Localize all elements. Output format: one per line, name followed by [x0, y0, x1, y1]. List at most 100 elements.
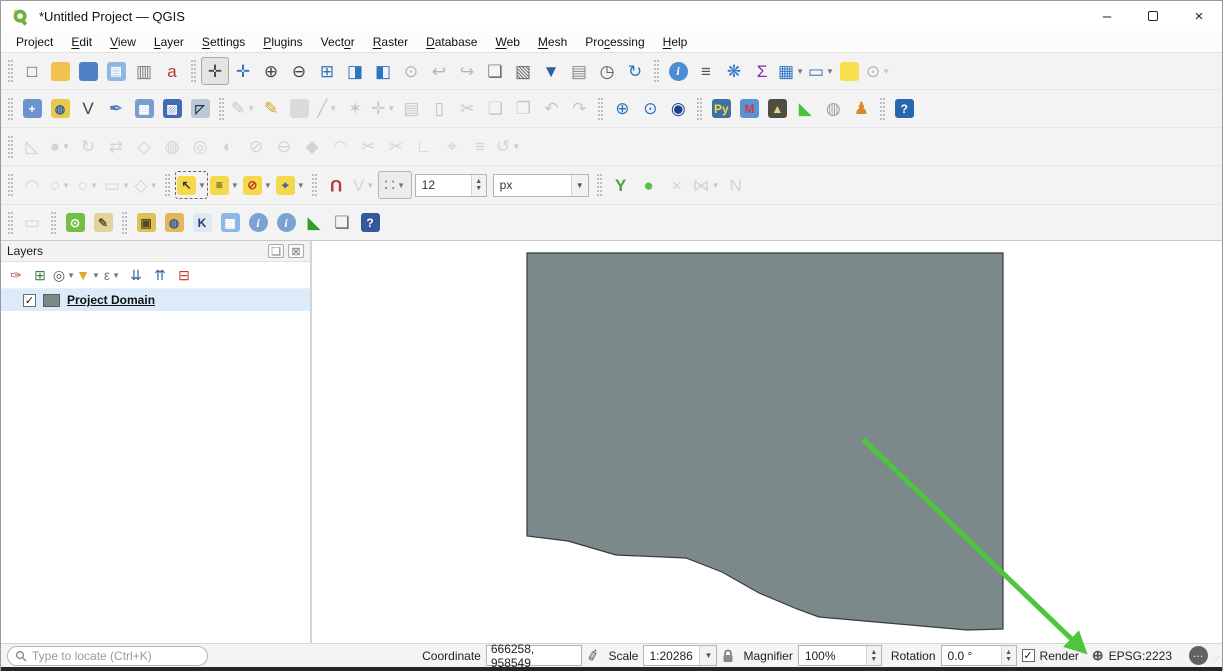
topological-editing-button[interactable]: Y [607, 171, 635, 199]
new-spatialite-layer-button[interactable]: ▦ [130, 95, 158, 123]
collapse-all-button[interactable]: ⇈ [148, 263, 172, 287]
temporal-controller-button[interactable]: ◷ [593, 57, 621, 85]
zoom-to-selection-button[interactable]: ◧ [369, 57, 397, 85]
select-by-location-button[interactable]: ⌖▼ [274, 171, 307, 199]
toggle-editing-button[interactable]: ✎ [257, 95, 285, 123]
flo2d-grid-table-button[interactable]: ▦ [216, 209, 244, 237]
python-console-button[interactable]: Py [707, 95, 735, 123]
menu-project[interactable]: Project [7, 33, 62, 51]
save-project-button[interactable] [74, 57, 102, 85]
zoom-out-button[interactable]: ⊖ [285, 57, 313, 85]
measure-line-button[interactable]: ▭▼ [806, 57, 836, 85]
open-project-button[interactable] [46, 57, 74, 85]
locator-search[interactable] [7, 646, 208, 666]
menu-layer[interactable]: Layer [145, 33, 193, 51]
zoom-to-layer-button[interactable]: ◨ [341, 57, 369, 85]
osm-uploader-button[interactable]: ♟ [847, 95, 875, 123]
select-by-location-dropdown-icon[interactable]: ▼ [297, 181, 305, 190]
spinner-arrows-icon[interactable]: ▲▼ [471, 175, 486, 196]
remove-layer-button[interactable]: ⊟ [172, 263, 196, 287]
messages-icon[interactable]: … [1189, 646, 1208, 665]
resize-grip[interactable]: ⋰ [1212, 658, 1220, 666]
add-regular-polygon-dropdown-icon[interactable]: ▼ [150, 181, 158, 190]
project-domain-polygon[interactable] [527, 253, 1003, 630]
zoom-full-extent-button[interactable]: ⊞ [313, 57, 341, 85]
identify-features-button[interactable]: i [664, 57, 692, 85]
menu-help[interactable]: Help [654, 33, 697, 51]
flo2d-profile-tool-button[interactable]: ◣ [300, 209, 328, 237]
extents-toggle-icon[interactable]: ✐ [585, 645, 602, 666]
new-3d-map-view-button[interactable]: ▧ [509, 57, 537, 85]
maximize-button[interactable] [1130, 1, 1176, 31]
grid-snapping-dropdown-icon[interactable]: ▼ [397, 181, 405, 190]
minimize-button[interactable]: – [1084, 1, 1130, 31]
lock-icon[interactable] [722, 649, 734, 663]
filter-by-expression-button[interactable]: ε▼ [100, 263, 124, 287]
avoid-overlap-button[interactable]: ● [635, 171, 663, 199]
new-raster-layer-button[interactable]: ▨ [158, 95, 186, 123]
terrain-analysis-button[interactable]: ▲ [763, 95, 791, 123]
menu-edit[interactable]: Edit [62, 33, 101, 51]
move-feature-dropdown-icon[interactable]: ▼ [62, 142, 70, 151]
menu-processing[interactable]: Processing [576, 33, 653, 51]
add-circle-dropdown-icon[interactable]: ▼ [62, 181, 70, 190]
pan-to-selection-button[interactable]: ✛ [229, 57, 257, 85]
menu-database[interactable]: Database [417, 33, 486, 51]
zoom-to-area-button[interactable]: ⊙ [61, 209, 89, 237]
map-tips-button[interactable] [836, 57, 864, 85]
select-features-by-value-button[interactable]: ≡▼ [208, 171, 241, 199]
flo2d-import-button[interactable]: ◍ [160, 209, 188, 237]
menu-web[interactable]: Web [486, 33, 528, 51]
crs-status[interactable]: EPSG:2223 [1109, 649, 1172, 663]
measure-line-dropdown-icon[interactable]: ▼ [826, 67, 834, 76]
menu-plugins[interactable]: Plugins [254, 33, 311, 51]
layer-row[interactable]: ✓Project Domain [1, 289, 310, 311]
pan-map-button[interactable]: ✛ [201, 57, 229, 85]
menu-vector[interactable]: Vector [312, 33, 364, 51]
menu-raster[interactable]: Raster [364, 33, 417, 51]
new-geopackage-layer-button[interactable]: ✒ [102, 95, 130, 123]
new-shapefile-layer-button[interactable]: V [74, 95, 102, 123]
processing-toolbox-button[interactable]: ❋ [720, 57, 748, 85]
expand-all-button[interactable]: ⇊ [124, 263, 148, 287]
flo2d-grid-tools-button[interactable]: K [188, 209, 216, 237]
show-bookmarks-button[interactable]: ▤ [565, 57, 593, 85]
map-canvas[interactable] [312, 241, 1222, 643]
flo2d-help-button[interactable]: ? [356, 209, 384, 237]
rotate-point-symbols-dropdown-icon[interactable]: ▼ [512, 142, 520, 151]
new-mesh-layer-button[interactable]: ◸ [186, 95, 214, 123]
spinner-arrows-icon[interactable]: ▲▼ [1001, 646, 1016, 665]
style-manager-button[interactable]: a [158, 57, 186, 85]
flo2d-xsections-info-button[interactable]: i [272, 209, 300, 237]
new-spatial-bookmark-button[interactable]: ▼ [537, 57, 565, 85]
refresh-map-button[interactable]: ↻ [621, 57, 649, 85]
flo2d-report-button[interactable]: ❏ [328, 209, 356, 237]
grid-snapping-button[interactable]: ∷▼ [378, 171, 412, 199]
menu-view[interactable]: View [101, 33, 145, 51]
open-layer-styling-button[interactable]: ✑ [4, 263, 28, 287]
query-tool-dropdown-icon[interactable]: ▼ [882, 67, 890, 76]
crs-globe-icon[interactable]: ⊕ [1092, 647, 1104, 664]
panel-close-icon[interactable]: ⊠ [288, 244, 304, 258]
snap-tolerance-spinbox[interactable]: 12 ▲▼ [415, 174, 487, 197]
metasearch-new-connection-button[interactable]: ⊕ [608, 95, 636, 123]
metasearch-button[interactable]: ⊙ [636, 95, 664, 123]
render-checkbox[interactable]: ✓ [1022, 649, 1035, 662]
show-layout-manager-button[interactable]: ▥ [130, 57, 158, 85]
spinner-arrows-icon[interactable]: ▲▼ [866, 646, 881, 665]
select-features-dropdown-icon[interactable]: ▼ [198, 181, 206, 190]
add-group-button[interactable]: ⊞ [28, 263, 52, 287]
flo2d-grid-info-button[interactable]: i [244, 209, 272, 237]
search-input[interactable] [32, 649, 200, 663]
add-rectangle-dropdown-icon[interactable]: ▼ [122, 181, 130, 190]
new-project-button[interactable]: □ [18, 57, 46, 85]
manage-map-themes-button[interactable]: ◎▼ [52, 263, 76, 287]
profile-shading-tool-button[interactable]: ◣ [791, 95, 819, 123]
add-ellipse-dropdown-icon[interactable]: ▼ [90, 181, 98, 190]
filter-by-expression-dropdown-icon[interactable]: ▼ [112, 271, 120, 280]
statistical-summary-button[interactable]: Σ [748, 57, 776, 85]
chevron-down-icon[interactable]: ▼ [571, 175, 588, 196]
scale-combo[interactable]: 1:20286 ▼ [643, 645, 717, 666]
data-source-manager-button[interactable]: + [18, 95, 46, 123]
filter-legend-dropdown-icon[interactable]: ▼ [92, 271, 100, 280]
